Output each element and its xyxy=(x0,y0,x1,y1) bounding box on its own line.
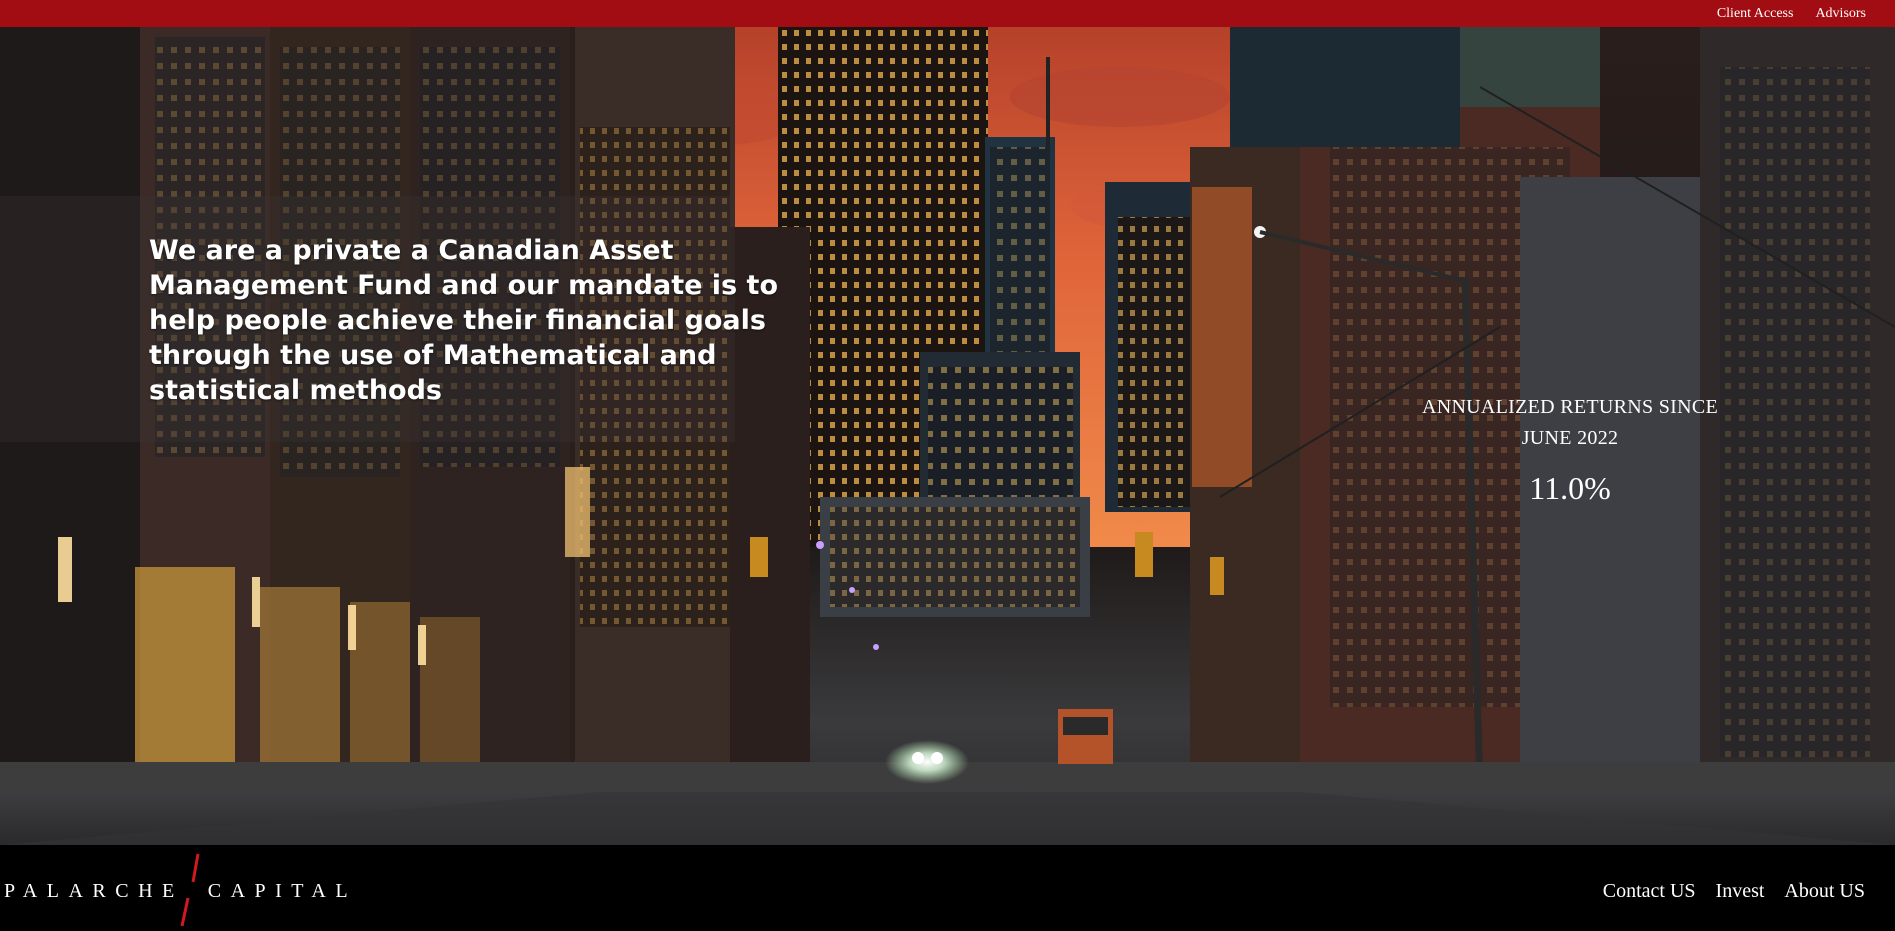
top-bar: Client Access Advisors xyxy=(0,0,1895,27)
hero-headline: We are a private a Canadian Asset Manage… xyxy=(149,235,778,406)
invest-link[interactable]: Invest xyxy=(1716,880,1765,903)
client-access-link[interactable]: Client Access xyxy=(1717,6,1794,22)
advisors-link[interactable]: Advisors xyxy=(1815,6,1866,22)
returns-label-line1: ANNUALIZED RETURNS SINCE xyxy=(1421,396,1719,418)
contact-us-link[interactable]: Contact US xyxy=(1603,880,1696,903)
logo-text-left: PALARCHE xyxy=(4,880,184,902)
logo-text-right: CAPITAL xyxy=(207,880,358,902)
annualized-returns: ANNUALIZED RETURNS SINCE JUNE 2022 11.0% xyxy=(1400,392,1740,507)
footer-nav: Contact US Invest About US xyxy=(1603,880,1865,903)
logo-slash-icon xyxy=(180,853,200,927)
returns-label-line2: JUNE 2022 xyxy=(1521,427,1619,449)
about-us-link[interactable]: About US xyxy=(1784,880,1865,903)
returns-value: 11.0% xyxy=(1529,470,1611,506)
